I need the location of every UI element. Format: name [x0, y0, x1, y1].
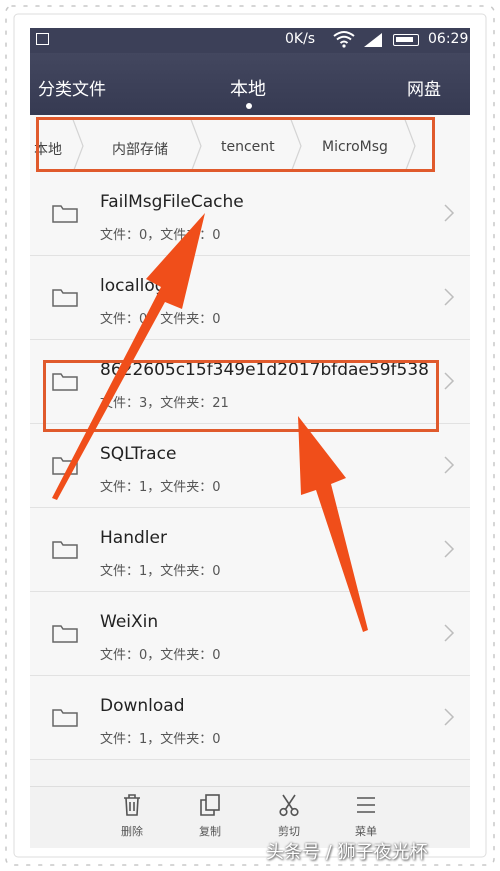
copy-icon	[200, 794, 220, 816]
chevron-right-icon	[444, 624, 455, 642]
tab-category-files[interactable]: 分类文件	[38, 75, 106, 100]
active-tab-indicator	[246, 103, 252, 109]
chevron-right-icon	[444, 288, 455, 306]
folder-name: Handler	[100, 528, 167, 548]
list-item[interactable]: SQLTrace 文件：1，文件夹：0	[30, 424, 470, 508]
folder-meta: 文件：0，文件夹：0	[100, 312, 221, 327]
folder-icon	[52, 457, 78, 475]
folder-icon	[52, 625, 78, 643]
cut-button[interactable]: 剪切	[259, 793, 319, 839]
folder-highlight-box	[43, 360, 439, 432]
chevron-right-icon	[444, 456, 455, 474]
trash-icon	[124, 794, 140, 816]
folder-meta: 文件：0，文件夹：0	[100, 648, 221, 663]
folder-icon	[52, 709, 78, 727]
folder-name: Download	[100, 696, 185, 716]
folder-meta: 文件：1，文件夹：0	[100, 564, 221, 579]
copy-button[interactable]: 复制	[180, 793, 240, 839]
wifi-icon	[333, 31, 355, 48]
battery-icon	[393, 34, 419, 46]
status-bar: 0K/s 06:29	[30, 28, 470, 53]
folder-meta: 文件：0，文件夹：0	[100, 228, 221, 243]
folder-icon	[52, 289, 78, 307]
chevron-right-icon	[444, 204, 455, 222]
list-item[interactable]: Download 文件：1，文件夹：0	[30, 676, 470, 760]
tab-cloud-drive[interactable]: 网盘	[407, 75, 441, 100]
top-tab-bar: 分类文件 本地 网盘	[30, 53, 470, 115]
breadcrumb-highlight-box	[36, 117, 435, 172]
scissors-icon	[279, 794, 299, 817]
delete-button[interactable]: 删除	[102, 793, 162, 839]
list-item[interactable]: FailMsgFileCache 文件：0，文件夹：0	[30, 172, 470, 256]
folder-name: WeiXin	[100, 612, 159, 632]
folder-list: FailMsgFileCache 文件：0，文件夹：0 locallog 文件：…	[30, 172, 470, 760]
list-item[interactable]: Handler 文件：1，文件夹：0	[30, 508, 470, 592]
image-notification-icon	[36, 33, 49, 45]
signal-icon	[364, 33, 382, 47]
chevron-right-icon	[444, 540, 455, 558]
menu-button[interactable]: 菜单	[336, 793, 396, 839]
list-item[interactable]: locallog 文件：0，文件夹：0	[30, 256, 470, 340]
chevron-right-icon	[444, 372, 455, 390]
watermark: 头条号 / 狮子夜光杯	[266, 842, 428, 863]
folder-meta: 文件：1，文件夹：0	[100, 480, 221, 495]
folder-icon	[52, 205, 78, 223]
clock: 06:29	[428, 31, 469, 47]
folder-meta: 文件：1，文件夹：0	[100, 732, 221, 747]
folder-name: FailMsgFileCache	[100, 192, 244, 212]
phone-screen: 0K/s 06:29 分类文件 本地 网盘 本地 内部存储 tencent Mi…	[30, 28, 470, 848]
list-item[interactable]: WeiXin 文件：0，文件夹：0	[30, 592, 470, 676]
folder-name: locallog	[100, 276, 166, 296]
chevron-right-icon	[444, 708, 455, 726]
folder-icon	[52, 541, 78, 559]
menu-icon	[357, 797, 375, 813]
folder-name: SQLTrace	[100, 444, 177, 464]
tab-local[interactable]: 本地	[230, 75, 266, 101]
network-speed: 0K/s	[285, 31, 316, 47]
